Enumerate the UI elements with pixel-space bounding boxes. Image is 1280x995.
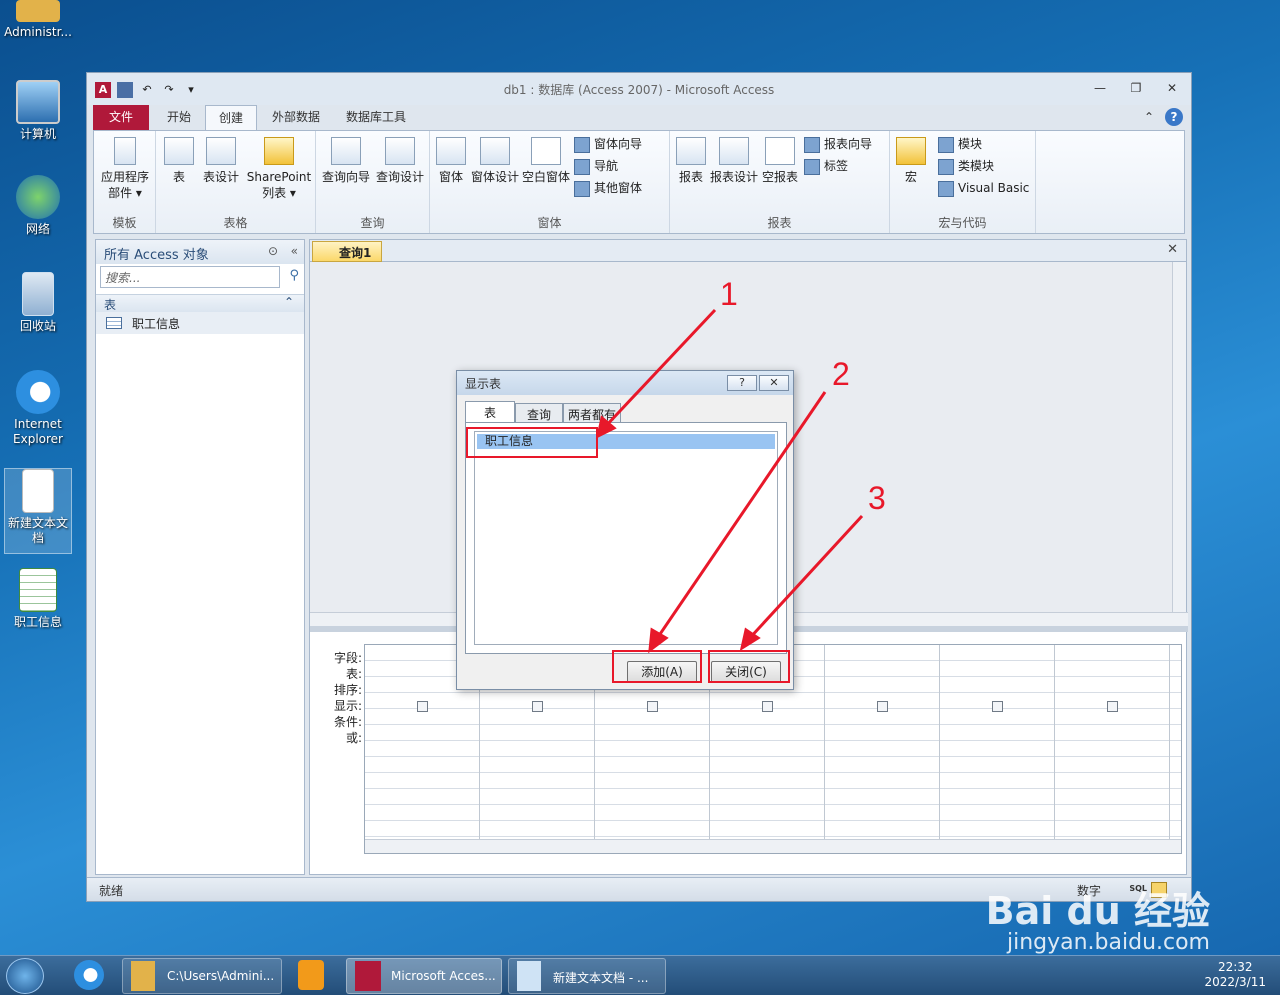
system-clock[interactable]: 22:32 2022/3/11 — [1204, 960, 1266, 990]
annotation-arrows — [595, 308, 864, 654]
baidu-watermark: Bai du 经验 — [985, 889, 1210, 933]
access-icon — [355, 961, 381, 991]
start-button[interactable] — [6, 958, 44, 994]
annotation-number-3: 3 — [868, 480, 886, 516]
ie-taskbar-icon[interactable] — [74, 960, 104, 990]
baidu-watermark-url: jingyan.baidu.com — [1006, 930, 1210, 955]
taskbar-item-explorer[interactable]: C:\Users\Admini... — [122, 958, 282, 994]
taskbar-item-notepad[interactable]: 新建文本文档 - ... — [508, 958, 666, 994]
taskbar-item-access[interactable]: Microsoft Acces... — [346, 958, 502, 994]
taskbar: C:\Users\Admini... Microsoft Acces... 新建… — [0, 955, 1280, 995]
annotation-number-2: 2 — [832, 356, 850, 392]
annotation-number-1: 1 — [720, 276, 738, 312]
notepad-icon — [517, 961, 541, 991]
folder-icon — [131, 961, 155, 991]
media-player-icon[interactable] — [298, 960, 324, 990]
